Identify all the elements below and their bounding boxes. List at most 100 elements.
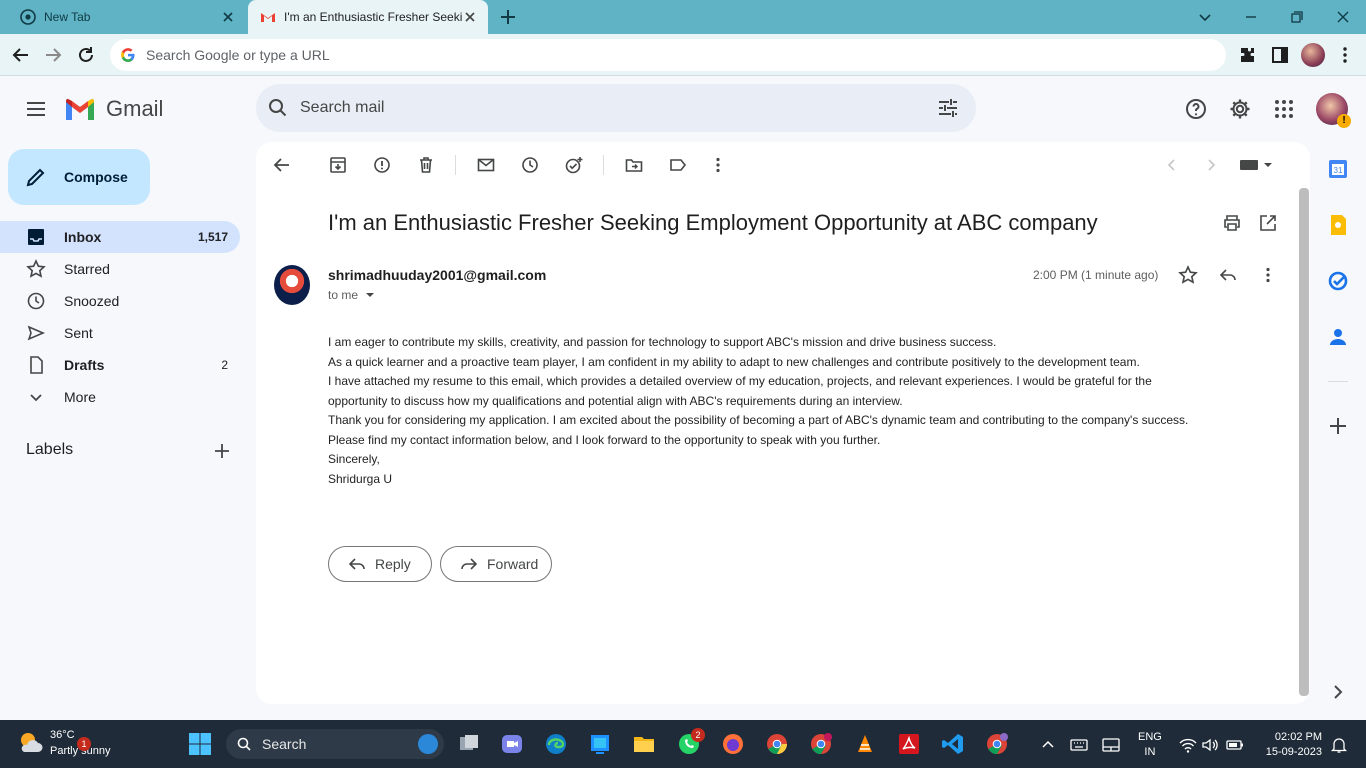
tab-search-icon[interactable] [1194,6,1216,28]
sidebar-item-starred[interactable]: Starred [0,253,240,285]
touchpad-icon[interactable] [1102,736,1120,754]
input-tools-icon[interactable] [1238,155,1274,175]
weather-sun-cloud-icon[interactable] [16,728,46,758]
label-icon[interactable] [668,155,688,175]
reply-icon[interactable] [1218,265,1238,285]
open-in-new-window-icon[interactable] [1258,213,1278,233]
minimize-icon[interactable] [1240,6,1262,28]
reply-icon [348,558,365,570]
chrome-menu-icon[interactable] [1334,44,1356,66]
browser-tab-strip: New Tab I'm an Enthusiastic Fresher Seek… [0,0,1366,34]
notifications-icon[interactable] [1330,736,1348,754]
system-clock[interactable]: 02:02 PM 15-09-2023 [1258,730,1322,760]
toolbar-divider [603,155,604,175]
close-window-icon[interactable] [1332,6,1354,28]
chrome-active-icon[interactable] [985,732,1009,756]
search-input[interactable] [300,99,936,117]
chrome-profile-icon[interactable] [809,732,833,756]
older-message-icon[interactable] [1201,155,1221,175]
calendar-icon[interactable]: 31 [1326,157,1350,181]
back-to-inbox-icon[interactable] [272,155,292,175]
battery-icon[interactable] [1226,736,1244,754]
newer-message-icon[interactable] [1162,155,1182,175]
input-language[interactable]: ENG IN [1138,730,1162,760]
forward-button[interactable]: Forward [440,546,552,582]
move-to-icon[interactable] [624,155,644,175]
show-side-panel-icon[interactable] [1326,680,1350,704]
email-timestamp: 2:00 PM (1 minute ago) [1033,268,1159,282]
more-options-icon[interactable] [708,155,728,175]
back-icon[interactable] [10,44,32,66]
mark-unread-icon[interactable] [476,155,496,175]
show-hidden-icons-icon[interactable] [1039,736,1057,754]
account-avatar[interactable]: ! [1316,93,1351,128]
main-menu-icon[interactable] [24,97,48,121]
body-line: Shridurga U [328,471,393,486]
side-panel-icon[interactable] [1269,44,1291,66]
chrome-profile-avatar[interactable] [1301,43,1325,67]
snooze-icon[interactable] [520,155,540,175]
volume-icon[interactable] [1201,736,1219,754]
vlc-icon[interactable] [853,732,877,756]
search-icon[interactable] [266,96,290,120]
report-spam-icon[interactable] [372,155,392,175]
svg-text:31: 31 [1334,166,1343,175]
chrome-icon[interactable] [765,732,789,756]
sidebar-item-sent[interactable]: Sent [0,317,240,349]
contacts-icon[interactable] [1326,325,1350,349]
new-tab-icon[interactable] [498,7,518,27]
add-label-icon[interactable] [212,441,232,461]
forward-label: Forward [487,556,539,572]
edge-icon[interactable] [544,732,568,756]
address-placeholder: Search Google or type a URL [146,47,330,63]
help-icon[interactable] [1184,97,1208,121]
vscode-icon[interactable] [941,732,965,756]
search-options-icon[interactable] [936,96,960,120]
sidebar-item-drafts[interactable]: Drafts 2 [0,349,240,381]
sidebar-item-more[interactable]: More [0,381,240,413]
compose-button[interactable]: Compose [8,149,150,205]
gmail-logo-icon [66,98,94,120]
clock-date: 15-09-2023 [1265,746,1322,758]
task-view-icon[interactable] [457,732,481,756]
archive-icon[interactable] [328,155,348,175]
sender-email[interactable]: shrimadhuuday2001@gmail.com [328,267,546,283]
extensions-icon[interactable] [1237,44,1259,66]
apps-grid-icon[interactable] [1272,97,1296,121]
store-icon[interactable] [588,732,612,756]
file-explorer-icon[interactable] [632,732,656,756]
bing-icon[interactable] [418,734,438,754]
firefox-icon[interactable] [721,732,745,756]
forward-icon[interactable] [42,44,64,66]
tab-email[interactable]: I'm an Enthusiastic Fresher Seeki [248,0,488,34]
restore-icon[interactable] [1286,6,1308,28]
wifi-icon[interactable] [1179,736,1197,754]
taskbar-search[interactable]: Search [226,729,444,759]
gmail-logo[interactable]: Gmail [64,96,163,122]
keep-icon[interactable] [1326,213,1350,237]
close-tab-icon[interactable] [220,9,236,25]
address-bar[interactable]: Search Google or type a URL [110,39,1226,71]
star-icon[interactable] [1178,265,1198,285]
sidebar-item-inbox[interactable]: Inbox 1,517 [0,221,240,253]
settings-gear-icon[interactable] [1228,97,1252,121]
acrobat-icon[interactable] [897,732,921,756]
message-more-icon[interactable] [1258,265,1278,285]
close-tab-icon[interactable] [462,9,478,25]
sender-avatar[interactable] [274,265,310,305]
reply-button[interactable]: Reply [328,546,432,582]
start-windows-icon[interactable] [188,732,212,756]
delete-icon[interactable] [416,155,436,175]
tab-new-tab[interactable]: New Tab [8,0,246,34]
teams-chat-icon[interactable] [500,732,524,756]
keyboard-icon[interactable] [1070,736,1088,754]
reload-icon[interactable] [75,44,97,66]
sidebar-item-snoozed[interactable]: Snoozed [0,285,240,317]
message-scrollbar[interactable] [1299,188,1309,696]
gmail-logo-text: Gmail [106,96,164,121]
add-to-tasks-icon[interactable] [564,155,584,175]
print-icon[interactable] [1222,213,1242,233]
get-addons-icon[interactable] [1326,414,1350,438]
recipient-details[interactable]: to me [328,288,376,302]
tasks-icon[interactable] [1326,269,1350,293]
